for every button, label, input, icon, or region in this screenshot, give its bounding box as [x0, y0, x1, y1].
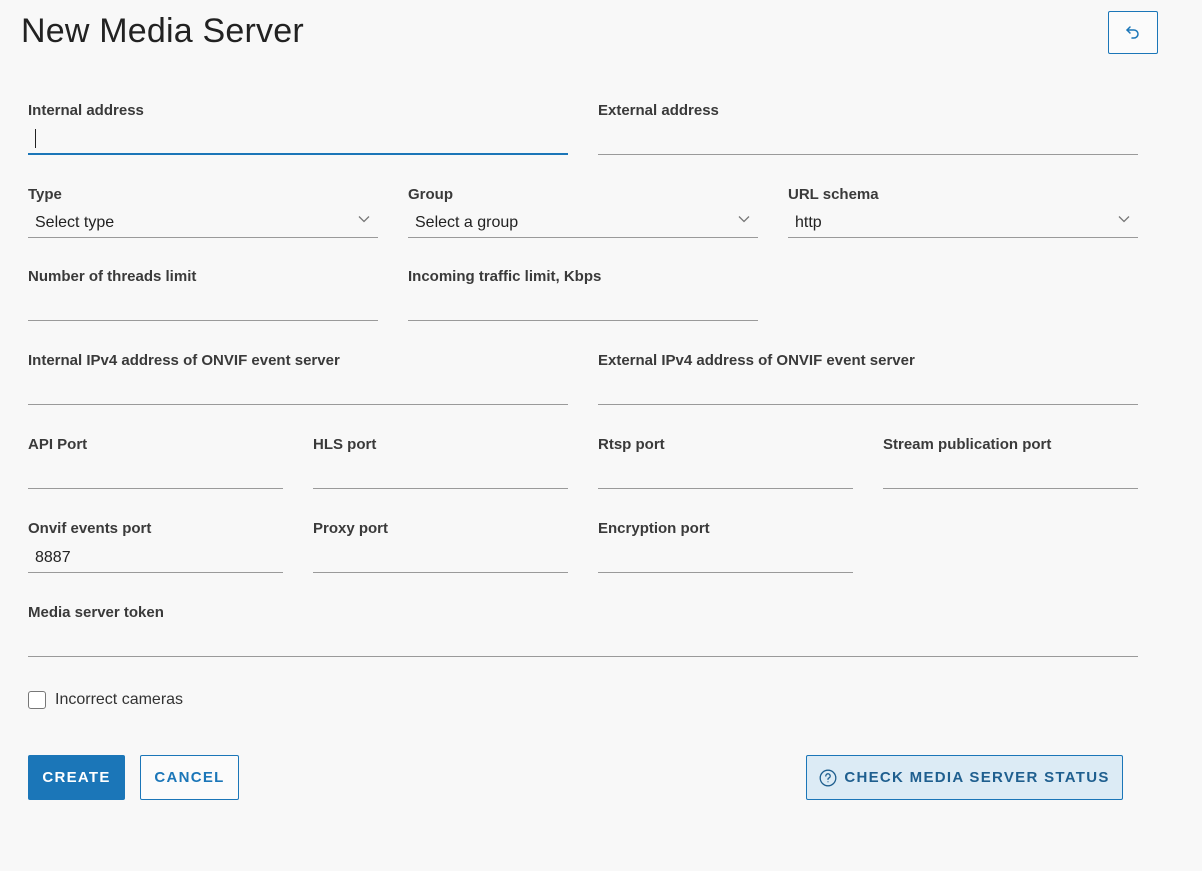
chevron-down-icon — [1118, 210, 1130, 228]
cancel-button[interactable]: CANCEL — [140, 755, 239, 800]
onvif-events-port-field: Onvif events port 8887 — [28, 520, 283, 573]
incoming-traffic-field: Incoming traffic limit, Kbps — [408, 268, 758, 321]
onvif-events-port-value[interactable]: 8887 — [35, 549, 71, 567]
external-address-field: External address — [598, 102, 1138, 155]
undo-arrow-icon — [1124, 24, 1142, 42]
threads-limit-field: Number of threads limit — [28, 268, 378, 321]
chevron-down-icon — [358, 210, 370, 228]
api-port-field: API Port — [28, 436, 283, 489]
internal-address-field: Internal address — [28, 102, 568, 155]
back-button[interactable] — [1108, 11, 1158, 54]
incoming-traffic-input[interactable] — [408, 294, 758, 320]
external-onvif-field: External IPv4 address of ONVIF event ser… — [598, 352, 1138, 405]
api-port-input[interactable] — [28, 462, 283, 488]
onvif-events-port-label: Onvif events port — [28, 520, 152, 537]
chevron-down-icon — [738, 210, 750, 228]
encryption-port-label: Encryption port — [598, 520, 710, 537]
hls-port-field: HLS port — [313, 436, 568, 489]
internal-onvif-label: Internal IPv4 address of ONVIF event ser… — [28, 352, 340, 369]
media-token-field: Media server token — [28, 604, 1138, 657]
internal-onvif-input[interactable] — [28, 378, 568, 404]
page-title: New Media Server — [21, 12, 304, 50]
rtsp-port-input[interactable] — [598, 462, 853, 488]
stream-port-label: Stream publication port — [883, 436, 1052, 453]
url-schema-select[interactable]: URL schema http — [788, 186, 1138, 238]
external-address-input[interactable] — [598, 128, 1138, 154]
group-label: Group — [408, 186, 453, 203]
internal-onvif-field: Internal IPv4 address of ONVIF event ser… — [28, 352, 568, 405]
media-token-input[interactable] — [28, 630, 1138, 656]
incorrect-cameras-checkbox[interactable] — [28, 691, 46, 709]
encryption-port-field: Encryption port — [598, 520, 853, 573]
type-select[interactable]: Type Select type — [28, 186, 378, 238]
proxy-port-input[interactable] — [313, 546, 568, 572]
group-value: Select a group — [415, 214, 519, 231]
threads-limit-label: Number of threads limit — [28, 268, 197, 285]
group-select[interactable]: Group Select a group — [408, 186, 758, 238]
type-label: Type — [28, 186, 62, 203]
proxy-port-field: Proxy port — [313, 520, 568, 573]
proxy-port-label: Proxy port — [313, 520, 389, 537]
internal-address-input[interactable] — [28, 128, 568, 154]
media-token-label: Media server token — [28, 604, 164, 621]
incorrect-cameras-option[interactable]: Incorrect cameras — [28, 691, 183, 709]
hls-port-input[interactable] — [313, 462, 568, 488]
threads-limit-input[interactable] — [28, 294, 378, 320]
external-onvif-label: External IPv4 address of ONVIF event ser… — [598, 352, 915, 369]
external-address-label: External address — [598, 102, 719, 119]
stream-port-input[interactable] — [883, 462, 1138, 488]
check-status-label: CHECK MEDIA SERVER STATUS — [844, 769, 1110, 786]
encryption-port-input[interactable] — [598, 546, 853, 572]
internal-address-label: Internal address — [28, 102, 144, 119]
rtsp-port-field: Rtsp port — [598, 436, 853, 489]
incorrect-cameras-label: Incorrect cameras — [55, 691, 184, 708]
question-circle-icon — [819, 769, 837, 787]
text-cursor — [35, 129, 36, 148]
incoming-traffic-label: Incoming traffic limit, Kbps — [408, 268, 602, 285]
stream-port-field: Stream publication port — [883, 436, 1138, 489]
rtsp-port-label: Rtsp port — [598, 436, 665, 453]
external-onvif-input[interactable] — [598, 378, 1138, 404]
check-status-button[interactable]: CHECK MEDIA SERVER STATUS — [806, 755, 1123, 800]
type-value: Select type — [35, 214, 115, 231]
url-schema-value: http — [795, 214, 822, 231]
create-button[interactable]: CREATE — [28, 755, 125, 800]
url-schema-label: URL schema — [788, 186, 879, 203]
hls-port-label: HLS port — [313, 436, 377, 453]
api-port-label: API Port — [28, 436, 88, 453]
